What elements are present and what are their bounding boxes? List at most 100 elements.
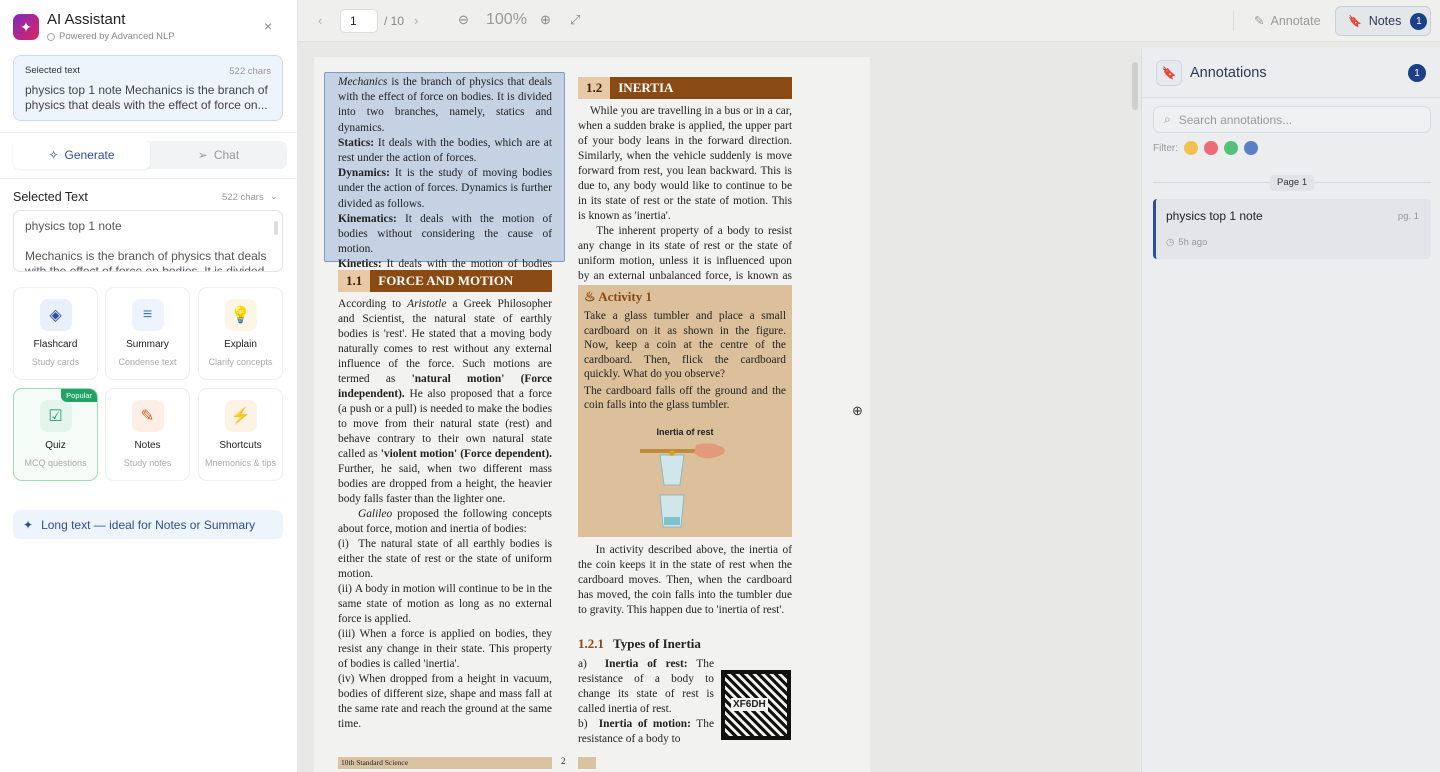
- notes-button[interactable]: 🔖 Notes 1: [1335, 6, 1431, 36]
- quiz-icon: ☑: [39, 400, 72, 432]
- annotate-label: Annotate: [1270, 13, 1321, 28]
- after-activity-paragraph: In activity described above, the inertia…: [578, 544, 792, 616]
- ai-panel-subtitle: Powered by Advanced NLP: [47, 31, 175, 42]
- pencil-icon: ✎: [1254, 14, 1265, 28]
- toolbar-divider: [1233, 11, 1234, 31]
- activity-body-2: The cardboard falls off the ground and t…: [584, 384, 786, 412]
- popular-badge: Popular: [61, 389, 97, 402]
- activity-icon: ♨: [584, 289, 596, 304]
- annotation-search-input[interactable]: ⌕ Search annotations...: [1153, 106, 1431, 133]
- zoom-out-icon[interactable]: ⊖: [458, 12, 469, 28]
- notes-label: Notes: [1368, 14, 1402, 28]
- tool-name: Summary: [126, 339, 169, 350]
- section-title: INERTIA: [618, 80, 674, 95]
- hint-bar: ✦ Long text — ideal for Notes or Summary: [13, 510, 283, 539]
- selection-preview[interactable]: Selected text 522 chars physics top 1 no…: [13, 55, 283, 121]
- qr-code: XF6DH: [721, 670, 791, 740]
- selected-text-char-count: 522 chars: [222, 192, 264, 203]
- tool-name: Quiz: [45, 440, 66, 451]
- section-number: 1.2: [578, 77, 611, 99]
- page-number-input[interactable]: 1: [340, 9, 378, 33]
- crosshair-cursor-icon: ⊕: [852, 403, 863, 418]
- tool-description: Study notes: [123, 458, 172, 468]
- annotation-time-text: 5h ago: [1178, 237, 1208, 248]
- tool-description: Mnemonics & tips: [204, 458, 277, 468]
- tool-card-summary[interactable]: ≡ Summary Condense text: [105, 287, 190, 380]
- close-icon[interactable]: ×: [264, 19, 272, 33]
- tool-name: Shortcuts: [219, 440, 262, 451]
- filter-blue[interactable]: [1244, 141, 1258, 155]
- annotations-panel: 🔖 Annotations 1 ⌕ Search annotations... …: [1141, 48, 1440, 772]
- selected-text-line1: physics top 1 note: [25, 219, 122, 233]
- tab-generate-label: Generate: [64, 148, 115, 162]
- tool-card-explain[interactable]: 💡 Explain Clarify concepts: [198, 287, 283, 380]
- selected-text-area[interactable]: physics top 1 note Mechanics is the bran…: [13, 210, 283, 272]
- filter-red[interactable]: [1204, 141, 1218, 155]
- viewer-toolbar: ‹ 1 / 10 › ⊖ 100% ⊕ ⤢ ✎ Annotate 🔖 Notes…: [298, 0, 1440, 42]
- selection-char-count: 522 chars: [229, 66, 271, 77]
- notes-count-badge: 1: [1410, 12, 1428, 30]
- tab-chat[interactable]: ➢ Chat: [150, 141, 287, 169]
- activity-heading: ♨ Activity 1: [578, 285, 792, 309]
- filter-label: Filter:: [1153, 142, 1178, 154]
- summary-icon: ≡: [131, 299, 164, 331]
- qr-label: XF6DH: [731, 698, 768, 711]
- annotation-time: ◷ 5h ago: [1166, 237, 1207, 248]
- annotations-count-badge: 1: [1408, 64, 1426, 82]
- types-of-inertia-list: a) Inertia of rest: The resistance of a …: [578, 658, 715, 745]
- tool-description: Condense text: [118, 357, 177, 367]
- fit-screen-icon[interactable]: ⤢: [570, 12, 580, 28]
- zoom-level: 100%: [486, 11, 527, 28]
- explain-icon: 💡: [224, 299, 257, 331]
- tool-name: Notes: [134, 440, 161, 451]
- annotations-title: Annotations: [1190, 65, 1267, 81]
- scrollbar[interactable]: [1132, 62, 1138, 110]
- tool-description: Clarify concepts: [208, 357, 273, 367]
- filter-yellow[interactable]: [1184, 141, 1198, 155]
- selection-preview-text: physics top 1 note Mechanics is the bran…: [25, 83, 268, 112]
- pdf-page: Mechanics is the branch of physics that …: [314, 57, 870, 772]
- shortcuts-icon: ⚡: [224, 400, 257, 432]
- highlighted-paragraph: Mechanics is the branch of physics that …: [338, 76, 552, 286]
- color-filter: Filter:: [1153, 141, 1258, 155]
- tool-card-flashcard[interactable]: ◈ Flashcard Study cards: [13, 287, 98, 380]
- mode-tabs: ✧ Generate ➢ Chat: [13, 141, 287, 169]
- bookmark-icon: 🔖: [1156, 60, 1182, 86]
- right-column-body: While you are travelling in a bus or in …: [578, 105, 792, 297]
- tab-generate[interactable]: ✧ Generate: [13, 141, 150, 169]
- subsection-title: Types of Inertia: [613, 636, 701, 651]
- clock-icon: ◷: [1166, 237, 1175, 248]
- annotation-card[interactable]: physics top 1 note pg. 1 ◷ 5h ago: [1153, 199, 1431, 259]
- zoom-in-icon[interactable]: ⊕: [540, 12, 551, 28]
- annotate-button[interactable]: ✎ Annotate: [1254, 13, 1321, 29]
- flashcard-icon: ◈: [39, 299, 72, 331]
- selected-text-line2: Mechanics is the branch of physics that …: [25, 249, 267, 272]
- hint-text: Long text — ideal for Notes or Summary: [41, 517, 256, 532]
- tumbler-figure: [640, 442, 725, 527]
- tool-card-notes[interactable]: ✎ Notes Study notes: [105, 388, 190, 481]
- tool-description: Study cards: [31, 357, 80, 367]
- next-page-button[interactable]: ›: [414, 13, 418, 28]
- search-placeholder: Search annotations...: [1178, 112, 1293, 127]
- search-icon: ⌕: [1164, 112, 1171, 126]
- activity-body: Take a glass tumbler and place a small c…: [584, 310, 786, 380]
- chevron-down-icon[interactable]: ⌄: [270, 191, 278, 202]
- tool-name: Explain: [224, 339, 257, 350]
- tool-card-shortcuts[interactable]: ⚡ Shortcuts Mnemonics & tips: [198, 388, 283, 481]
- prev-page-button[interactable]: ‹: [318, 13, 322, 28]
- activity-title: Activity 1: [598, 289, 652, 304]
- sparkle-icon: ✧: [48, 148, 59, 162]
- selected-text-title: Selected Text: [13, 190, 88, 204]
- section-number: 1.1: [338, 270, 371, 292]
- tool-name: Flashcard: [33, 339, 78, 350]
- info-icon: [47, 32, 55, 41]
- sparkle-icon: ✦: [23, 517, 34, 532]
- section-title: FORCE AND MOTION: [378, 273, 514, 288]
- left-column-body: According to Aristotle a Greek Philosoph…: [338, 298, 552, 730]
- scrollbar[interactable]: [274, 221, 278, 235]
- section-heading-1-2: 1.2 INERTIA: [578, 77, 792, 99]
- bookmark-icon: 🔖: [1348, 15, 1362, 28]
- ai-subtitle-text: Powered by Advanced NLP: [59, 31, 175, 42]
- filter-green[interactable]: [1224, 141, 1238, 155]
- tool-card-quiz[interactable]: ☑ Quiz MCQ questions Popular: [13, 388, 98, 481]
